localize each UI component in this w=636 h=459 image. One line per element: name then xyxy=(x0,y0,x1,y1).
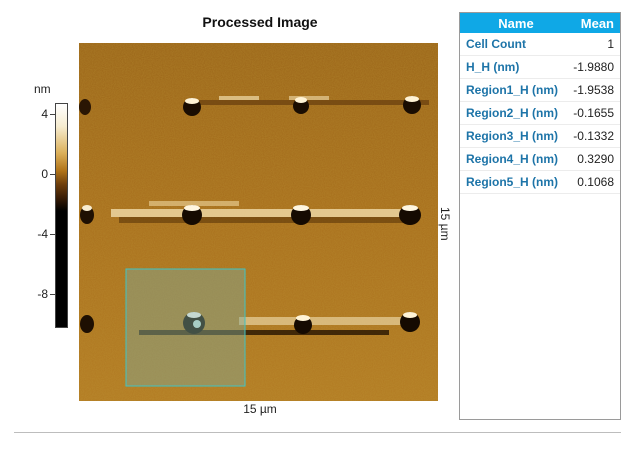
height-colorbar xyxy=(55,103,68,328)
row-name: Region5_H (nm) xyxy=(466,175,559,189)
colorbar-tick-label: -4 xyxy=(37,227,48,241)
table-header: Name Mean xyxy=(460,13,620,33)
row-name: Region1_H (nm) xyxy=(466,83,559,97)
table-row[interactable]: Region4_H (nm) 0.3290 xyxy=(460,148,620,171)
table-row[interactable]: H_H (nm) -1.9880 xyxy=(460,56,620,79)
colorbar-tick xyxy=(50,294,55,295)
table-row[interactable]: Region1_H (nm) -1.9538 xyxy=(460,79,620,102)
row-name: Region2_H (nm) xyxy=(466,106,559,120)
row-mean: -0.1332 xyxy=(573,129,614,143)
colorbar-tick xyxy=(50,234,55,235)
afm-height-image[interactable] xyxy=(79,43,438,401)
row-mean: -0.1655 xyxy=(573,106,614,120)
colorbar-tick xyxy=(50,174,55,175)
table-row[interactable]: Region5_H (nm) 0.1068 xyxy=(460,171,620,194)
row-mean: 1 xyxy=(607,37,614,51)
roi-selection-box[interactable] xyxy=(125,268,246,387)
results-table: Name Mean Cell Count 1 H_H (nm) -1.9880 … xyxy=(459,12,621,420)
table-row[interactable]: Region2_H (nm) -0.1655 xyxy=(460,102,620,125)
bottom-divider xyxy=(14,432,621,433)
colorbar-tick-label: 4 xyxy=(41,107,48,121)
column-header-name[interactable]: Name xyxy=(460,16,572,31)
row-mean: -1.9880 xyxy=(573,60,614,74)
colorbar-unit: nm xyxy=(34,82,51,96)
table-row[interactable]: Region3_H (nm) -0.1332 xyxy=(460,125,620,148)
row-name: Region4_H (nm) xyxy=(466,152,559,166)
chart-title: Processed Image xyxy=(202,14,318,30)
row-name: H_H (nm) xyxy=(466,60,520,74)
x-axis-label: 15 µm xyxy=(243,402,277,416)
colorbar-tick xyxy=(50,114,55,115)
row-name: Region3_H (nm) xyxy=(466,129,559,143)
row-name: Cell Count xyxy=(466,37,526,51)
y-axis-label: 15 µm xyxy=(438,207,452,241)
row-mean: -1.9538 xyxy=(573,83,614,97)
row-mean: 0.3290 xyxy=(577,152,614,166)
row-mean: 0.1068 xyxy=(577,175,614,189)
colorbar-tick-label: -8 xyxy=(37,287,48,301)
colorbar-tick-label: 0 xyxy=(41,167,48,181)
column-header-mean[interactable]: Mean xyxy=(572,16,620,31)
table-row[interactable]: Cell Count 1 xyxy=(460,33,620,56)
